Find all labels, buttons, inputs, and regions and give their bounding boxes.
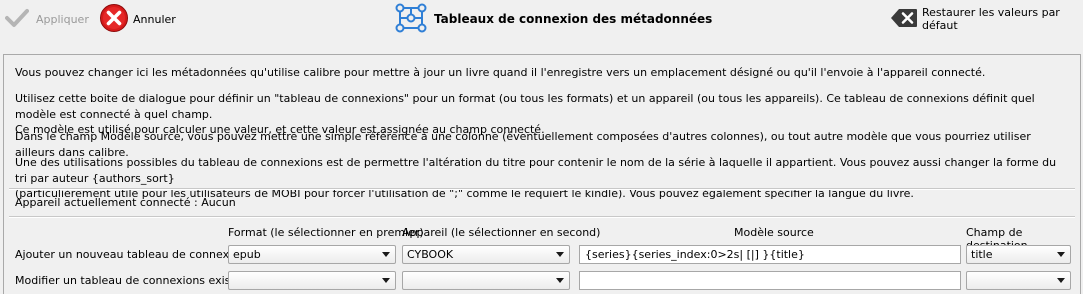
restore-defaults-button[interactable]: Restaurer les valeurs par défaut bbox=[890, 0, 1083, 38]
add-template-value: {series}{series_index:0>2s| [|] }{title} bbox=[585, 248, 805, 261]
column-header-format: Format (le sélectionner en premier) bbox=[228, 226, 424, 239]
modify-template-input[interactable] bbox=[579, 271, 961, 290]
chevron-down-icon bbox=[556, 278, 564, 283]
add-format-select[interactable]: epub bbox=[228, 245, 396, 264]
help-text: Utilisez cette boite de dialogue pour dé… bbox=[15, 92, 1035, 121]
help-text: Une des utilisations possibles du tablea… bbox=[15, 156, 1057, 185]
dialog-title-text: Tableaux de connexion des métadonnées bbox=[434, 12, 713, 26]
separator bbox=[9, 216, 1075, 218]
chevron-down-icon bbox=[382, 252, 390, 257]
plugboard-panel: Vous pouvez changer ici les métadonnées … bbox=[3, 54, 1081, 294]
add-format-value: epub bbox=[233, 248, 261, 261]
add-device-select[interactable]: CYBOOK bbox=[402, 245, 570, 264]
clear-left-icon bbox=[890, 8, 922, 31]
toolbar: Appliquer Annuler Tableaux de connexion … bbox=[0, 0, 1083, 38]
add-destination-select[interactable]: title bbox=[966, 245, 1071, 264]
chevron-down-icon bbox=[1057, 252, 1065, 257]
restore-defaults-label: Restaurer les valeurs par défaut bbox=[922, 6, 1060, 32]
checkmark-icon bbox=[5, 8, 36, 31]
help-paragraph-4: Une des utilisations possibles du tablea… bbox=[15, 155, 1070, 202]
cancel-x-icon bbox=[99, 3, 133, 36]
apply-button[interactable]: Appliquer bbox=[5, 0, 89, 38]
help-text: Vous pouvez changer ici les métadonnées … bbox=[15, 66, 986, 79]
add-plugboard-label: Ajouter un nouveau tableau de connexions bbox=[15, 248, 252, 261]
modify-plugboard-label: Modifier un tableau de connexions exista… bbox=[15, 274, 253, 287]
connected-device-label: Appareil actuellement connecté : Aucun bbox=[15, 196, 236, 209]
separator bbox=[9, 188, 1075, 190]
chevron-down-icon bbox=[556, 252, 564, 257]
modify-destination-select[interactable] bbox=[966, 271, 1071, 290]
column-header-template: Modèle source bbox=[734, 226, 814, 239]
dialog-title: Tableaux de connexion des métadonnées bbox=[394, 0, 712, 38]
modify-format-select[interactable] bbox=[228, 271, 396, 290]
plugboard-icon bbox=[394, 2, 434, 37]
cancel-button[interactable]: Annuler bbox=[99, 0, 176, 38]
add-device-value: CYBOOK bbox=[407, 248, 454, 261]
column-header-device: Appareil (le sélectionner en second) bbox=[402, 226, 601, 239]
add-destination-value: title bbox=[971, 248, 993, 261]
chevron-down-icon bbox=[1057, 278, 1065, 283]
apply-label: Appliquer bbox=[36, 12, 89, 26]
modify-device-select[interactable] bbox=[402, 271, 570, 290]
chevron-down-icon bbox=[382, 278, 390, 283]
cancel-label: Annuler bbox=[133, 12, 176, 26]
help-paragraph-1: Vous pouvez changer ici les métadonnées … bbox=[15, 65, 1070, 81]
add-template-input[interactable]: {series}{series_index:0>2s| [|] }{title} bbox=[579, 245, 961, 264]
